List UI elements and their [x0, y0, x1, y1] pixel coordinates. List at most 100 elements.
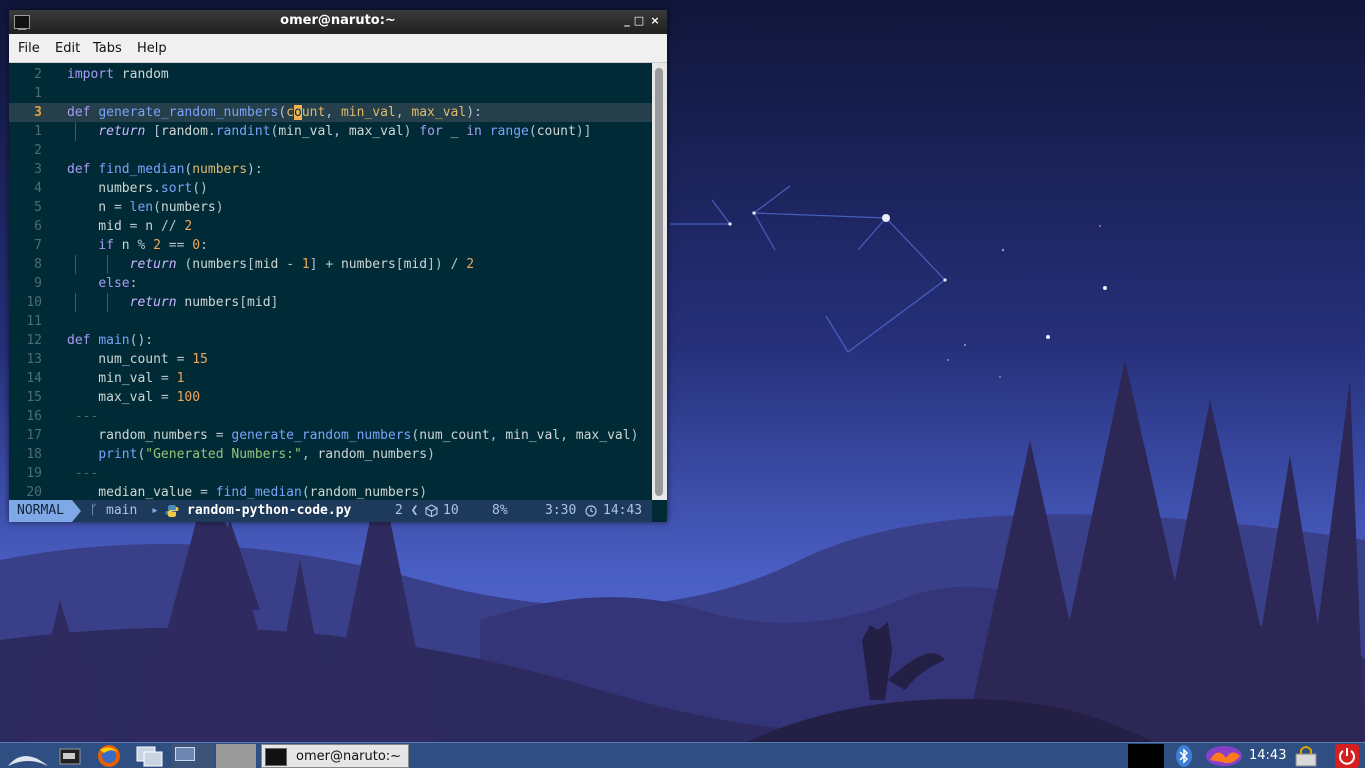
- code-token: n: [67, 200, 114, 215]
- code-line[interactable]: 1: [9, 84, 652, 103]
- line-number: 7: [34, 238, 42, 253]
- workspace-2[interactable]: [216, 744, 256, 768]
- code-token: num_count: [67, 352, 177, 367]
- line-number: 11: [26, 314, 42, 329]
- python-icon: [165, 505, 179, 517]
- code-line[interactable]: 7 if n % 2 == 0:: [9, 236, 652, 255]
- line-number: 12: [26, 333, 42, 348]
- bluetooth-icon[interactable]: [1174, 744, 1194, 768]
- code-token: [: [395, 257, 404, 272]
- menu-file[interactable]: File: [18, 41, 40, 56]
- code-line[interactable]: 8 return (numbers[mid - 1] + numbers[mid…: [9, 255, 652, 274]
- line-number: 2: [34, 143, 42, 158]
- code-line[interactable]: 3 def find_median(numbers):: [9, 160, 652, 179]
- code-line[interactable]: 19 ---: [9, 464, 652, 483]
- code-token: %: [137, 238, 154, 253]
- line-number: 14: [26, 371, 42, 386]
- volume-icon[interactable]: [1204, 744, 1244, 768]
- code-line[interactable]: 4 numbers.sort(): [9, 179, 652, 198]
- code-line[interactable]: 12 def main():: [9, 331, 652, 350]
- code-line[interactable]: 2 import random: [9, 65, 652, 84]
- code-line[interactable]: 9 else:: [9, 274, 652, 293]
- code-line[interactable]: 1 return [random.randint (min_val, max_va…: [9, 122, 652, 141]
- code-token: max_val: [348, 124, 404, 139]
- line-number: 9: [34, 276, 42, 291]
- code-line[interactable]: 20 median_value = find_median(random_num…: [9, 483, 652, 500]
- code-line[interactable]: 6 mid = n // 2: [9, 217, 652, 236]
- code-line[interactable]: 14 min_val = 1: [9, 369, 652, 388]
- code-token: )]: [575, 124, 592, 139]
- maximize-button[interactable]: □: [631, 13, 647, 29]
- code-token: _: [442, 124, 467, 139]
- code-token: def: [67, 162, 91, 177]
- code-token: :: [200, 238, 208, 253]
- code-line[interactable]: 17 random_numbers = generate_random_numb…: [9, 426, 652, 445]
- scroll-percent: 8%: [492, 503, 508, 518]
- code-token: =: [113, 200, 130, 215]
- scrollbar-thumb[interactable]: [655, 68, 663, 496]
- window-switcher-icon[interactable]: [134, 744, 166, 768]
- code-text: mid = n // 2: [67, 217, 192, 236]
- code-line[interactable]: 11: [9, 312, 652, 331]
- code-text: import random: [67, 65, 169, 84]
- code-token: 2: [184, 219, 193, 234]
- line-number: 10: [26, 295, 42, 310]
- code-token: numbers: [340, 257, 396, 272]
- file-manager-icon[interactable]: [58, 744, 82, 768]
- code-token: :: [129, 276, 138, 291]
- code-line[interactable]: 16 ---: [9, 407, 652, 426]
- firefox-icon[interactable]: [94, 744, 124, 768]
- code-token: ,: [301, 447, 318, 462]
- close-button[interactable]: ×: [647, 13, 663, 29]
- code-line[interactable]: 13 num_count = 15: [9, 350, 652, 369]
- code-token: random_numbers: [309, 485, 420, 500]
- code-token: find_median: [215, 485, 302, 500]
- workspace-1[interactable]: [172, 744, 214, 768]
- code-text: random_numbers = generate_random_numbers…: [67, 426, 638, 445]
- code-token: random: [160, 124, 208, 139]
- code-line[interactable]: 3 def generate_random_numbers(count, min_…: [9, 103, 652, 122]
- menu-help[interactable]: Help: [137, 41, 167, 56]
- code-token: ,: [325, 105, 341, 120]
- code-editor[interactable]: 2 import random 1 3 def generate_random_numb…: [9, 63, 652, 500]
- code-line[interactable]: 10 return numbers[mid]: [9, 293, 652, 312]
- code-token: numbers: [160, 200, 216, 215]
- start-menu-icon[interactable]: [4, 744, 52, 768]
- terminal-window[interactable]: omer@naruto:~ _ □ × File Edit Tabs Help …: [9, 10, 667, 522]
- code-line[interactable]: 2: [9, 141, 652, 160]
- code-text: ---: [67, 464, 99, 483]
- network-lock-icon[interactable]: [1292, 744, 1320, 768]
- code-token: min_val: [278, 124, 334, 139]
- code-token: "Generated Numbers:": [145, 447, 302, 462]
- code-token: numbers: [176, 295, 240, 310]
- code-line[interactable]: 15 max_val = 100: [9, 388, 652, 407]
- code-text: if n % 2 == 0:: [67, 236, 208, 255]
- line-number: 4: [34, 181, 42, 196]
- code-token: return: [129, 257, 177, 272]
- vim-statusline: NORMAL ᚴ main ▸ random-python-code.py 2 …: [9, 500, 652, 522]
- menu-tabs[interactable]: Tabs: [93, 41, 122, 56]
- code-token: random_numbers: [317, 447, 428, 462]
- code-token: return: [98, 124, 146, 139]
- taskbar-terminal-button[interactable]: omer@naruto:~: [261, 744, 409, 768]
- window-titlebar[interactable]: omer@naruto:~ _ □ ×: [9, 10, 667, 34]
- code-token: (: [176, 257, 193, 272]
- power-icon[interactable]: [1334, 744, 1360, 768]
- mode-separator: [72, 500, 81, 522]
- code-token: =: [160, 390, 177, 405]
- code-token: mid: [254, 257, 287, 272]
- menu-edit[interactable]: Edit: [55, 41, 80, 56]
- code-token: if: [98, 238, 114, 253]
- code-token: 2: [466, 257, 475, 272]
- line-number: 20: [26, 485, 42, 500]
- scrollbar[interactable]: [652, 63, 667, 500]
- code-line[interactable]: 5 n = len(numbers): [9, 198, 652, 217]
- code-line[interactable]: 18 print("Generated Numbers:", random_nu…: [9, 445, 652, 464]
- code-token: def: [67, 333, 91, 348]
- code-token: .: [153, 181, 161, 196]
- code-token: (: [301, 485, 310, 500]
- code-token: import: [67, 67, 114, 82]
- code-token: len: [129, 200, 154, 215]
- taskbar-clock[interactable]: 14:43: [1249, 748, 1286, 763]
